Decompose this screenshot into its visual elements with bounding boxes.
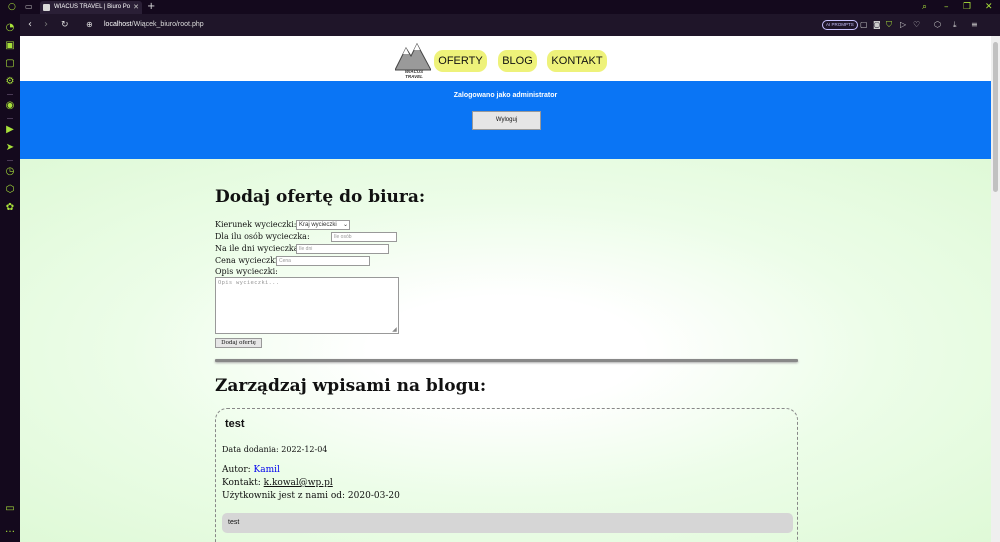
player-icon[interactable]: ▶: [4, 124, 16, 136]
days-label: Na ile dni wycieczka:: [215, 244, 302, 253]
extensions-icon[interactable]: ⚙: [4, 76, 16, 88]
whatsapp-icon[interactable]: ◉: [4, 100, 16, 112]
back-icon[interactable]: ‹: [28, 18, 32, 32]
twitch-icon[interactable]: ▢: [4, 58, 16, 70]
add-offer-button[interactable]: Dodaj ofertę: [215, 338, 262, 348]
ai-prompts-button[interactable]: AI PROMPTS: [822, 20, 858, 30]
camera-icon[interactable]: ◙: [873, 18, 881, 32]
nav-kontakt[interactable]: KONTAKT: [547, 50, 607, 72]
logo-text-line2: TRAVEL: [405, 74, 423, 79]
bag-icon[interactable]: ▣: [4, 40, 16, 52]
url-host: localhost: [104, 21, 132, 28]
speed-dial-icon[interactable]: ◔: [4, 22, 16, 34]
reload-icon[interactable]: ↻: [61, 18, 69, 32]
url-path: /Wiącek_biuro/root.php: [131, 21, 204, 28]
download-icon[interactable]: ⤓: [953, 18, 957, 32]
people-input[interactable]: Ile osób: [331, 232, 397, 242]
minimize-icon[interactable]: –: [944, 0, 949, 14]
new-tab-icon[interactable]: +: [147, 0, 155, 14]
admin-status-text: Zalogowano jako administrator: [453, 92, 558, 99]
site-navigation: WIACUS TRAVEL OFERTY BLOG KONTAKT: [20, 36, 991, 81]
admin-banner: Zalogowano jako administrator Wyloguj: [20, 81, 991, 159]
search-tabs-icon[interactable]: ⌕: [922, 0, 927, 14]
post-date: Data dodania: 2022-12-04: [222, 445, 328, 454]
favicon-icon: [43, 4, 50, 11]
main-content: Dodaj ofertę do biura: Kierunek wycieczk…: [20, 159, 991, 542]
browser-tabbar: ○ ▭ WIACUS TRAVEL | Biuro Po ✕ + ⌕ – ❐ ✕: [0, 0, 1000, 14]
browser-tab[interactable]: WIACUS TRAVEL | Biuro Po ✕: [40, 1, 142, 14]
post-member-since: Użytkownik jest z nami od: 2020-03-20: [222, 491, 400, 501]
post-contact: Kontakt: k.kowal@wp.pl: [222, 478, 333, 488]
page-scrollbar[interactable]: [991, 36, 1000, 542]
resize-grip-icon[interactable]: ◢: [392, 326, 397, 333]
send-to-flow-icon[interactable]: ▷: [900, 18, 906, 32]
sidebar-divider: [7, 94, 13, 95]
author-link[interactable]: Kamil: [254, 465, 280, 475]
post-body: test: [222, 513, 793, 533]
box-icon[interactable]: ⬡: [4, 184, 16, 196]
days-input[interactable]: Ile dni: [296, 244, 389, 254]
direction-select[interactable]: Kraj wycieczki ⌄: [296, 220, 350, 230]
description-placeholder: Opis wycieczki...: [218, 280, 280, 286]
sidebar-divider: [7, 160, 13, 161]
scrollbar-thumb[interactable]: [993, 42, 998, 192]
forward-icon[interactable]: ›: [44, 18, 48, 32]
settings-icon[interactable]: ✿: [4, 202, 16, 214]
add-offer-heading: Dodaj ofertę do biura:: [215, 187, 426, 207]
address-bar: ‹ › ↻ ⊕ localhost/Wiącek_biuro/root.php …: [20, 14, 1000, 36]
web-page: WIACUS TRAVEL OFERTY BLOG KONTAKT Zalogo…: [20, 36, 991, 542]
site-info-icon[interactable]: ⊕: [86, 18, 93, 32]
sidebar-divider: [7, 118, 13, 119]
blog-post-card: test Data dodania: 2022-12-04 Autor: Kam…: [215, 408, 798, 542]
close-window-icon[interactable]: ✕: [985, 0, 993, 14]
shield-icon[interactable]: ⛉: [886, 18, 892, 32]
maximize-icon[interactable]: ❐: [963, 0, 971, 14]
chevron-down-icon: ⌄: [342, 221, 348, 228]
direction-label: Kierunek wycieczki:: [215, 220, 297, 229]
section-divider: [215, 359, 798, 362]
extension-box-icon[interactable]: ⬡: [934, 18, 941, 32]
wallet-icon[interactable]: ▭: [4, 503, 16, 515]
nav-blog[interactable]: BLOG: [498, 50, 537, 72]
direction-select-value: Kraj wycieczki: [299, 222, 337, 228]
logo-text: WIACUS TRAVEL: [397, 69, 431, 79]
snapshot-icon[interactable]: ▢: [860, 18, 868, 32]
more-icon[interactable]: …: [4, 524, 16, 536]
contact-email-link[interactable]: k.kowal@wp.pl: [264, 478, 333, 488]
history-icon[interactable]: ◷: [4, 166, 16, 178]
opera-menu-icon[interactable]: ○: [8, 0, 16, 14]
people-label: Dla ilu osób wycieczka:: [215, 232, 310, 241]
workspaces-icon[interactable]: ▭: [25, 0, 33, 14]
easy-setup-icon[interactable]: ≡: [971, 18, 978, 32]
post-author: Autor: Kamil: [222, 465, 280, 475]
send-icon[interactable]: ➤: [4, 142, 16, 154]
manage-blog-heading: Zarządzaj wpisami na blogu:: [215, 376, 487, 396]
nav-oferty[interactable]: OFERTY: [434, 50, 487, 72]
description-label: Opis wycieczki:: [215, 267, 278, 276]
description-textarea[interactable]: Opis wycieczki... ◢: [215, 277, 399, 334]
price-input[interactable]: Cena: [276, 256, 370, 266]
browser-sidebar: ◎ ◔ ▣ ▢ ⚙ ◉ ▶ ➤ ◷ ⬡ ✿ ▭ …: [0, 0, 20, 542]
post-title: test: [225, 418, 245, 430]
heart-icon[interactable]: ♡: [913, 18, 920, 32]
author-prefix: Autor:: [222, 465, 254, 475]
close-tab-icon[interactable]: ✕: [133, 1, 139, 14]
contact-prefix: Kontakt:: [222, 478, 264, 488]
tab-title: WIACUS TRAVEL | Biuro Po: [54, 4, 131, 10]
price-label: Cena wycieczki:: [215, 256, 281, 265]
url-field[interactable]: localhost/Wiącek_biuro/root.php: [104, 18, 204, 32]
logout-button[interactable]: Wyloguj: [472, 111, 541, 130]
